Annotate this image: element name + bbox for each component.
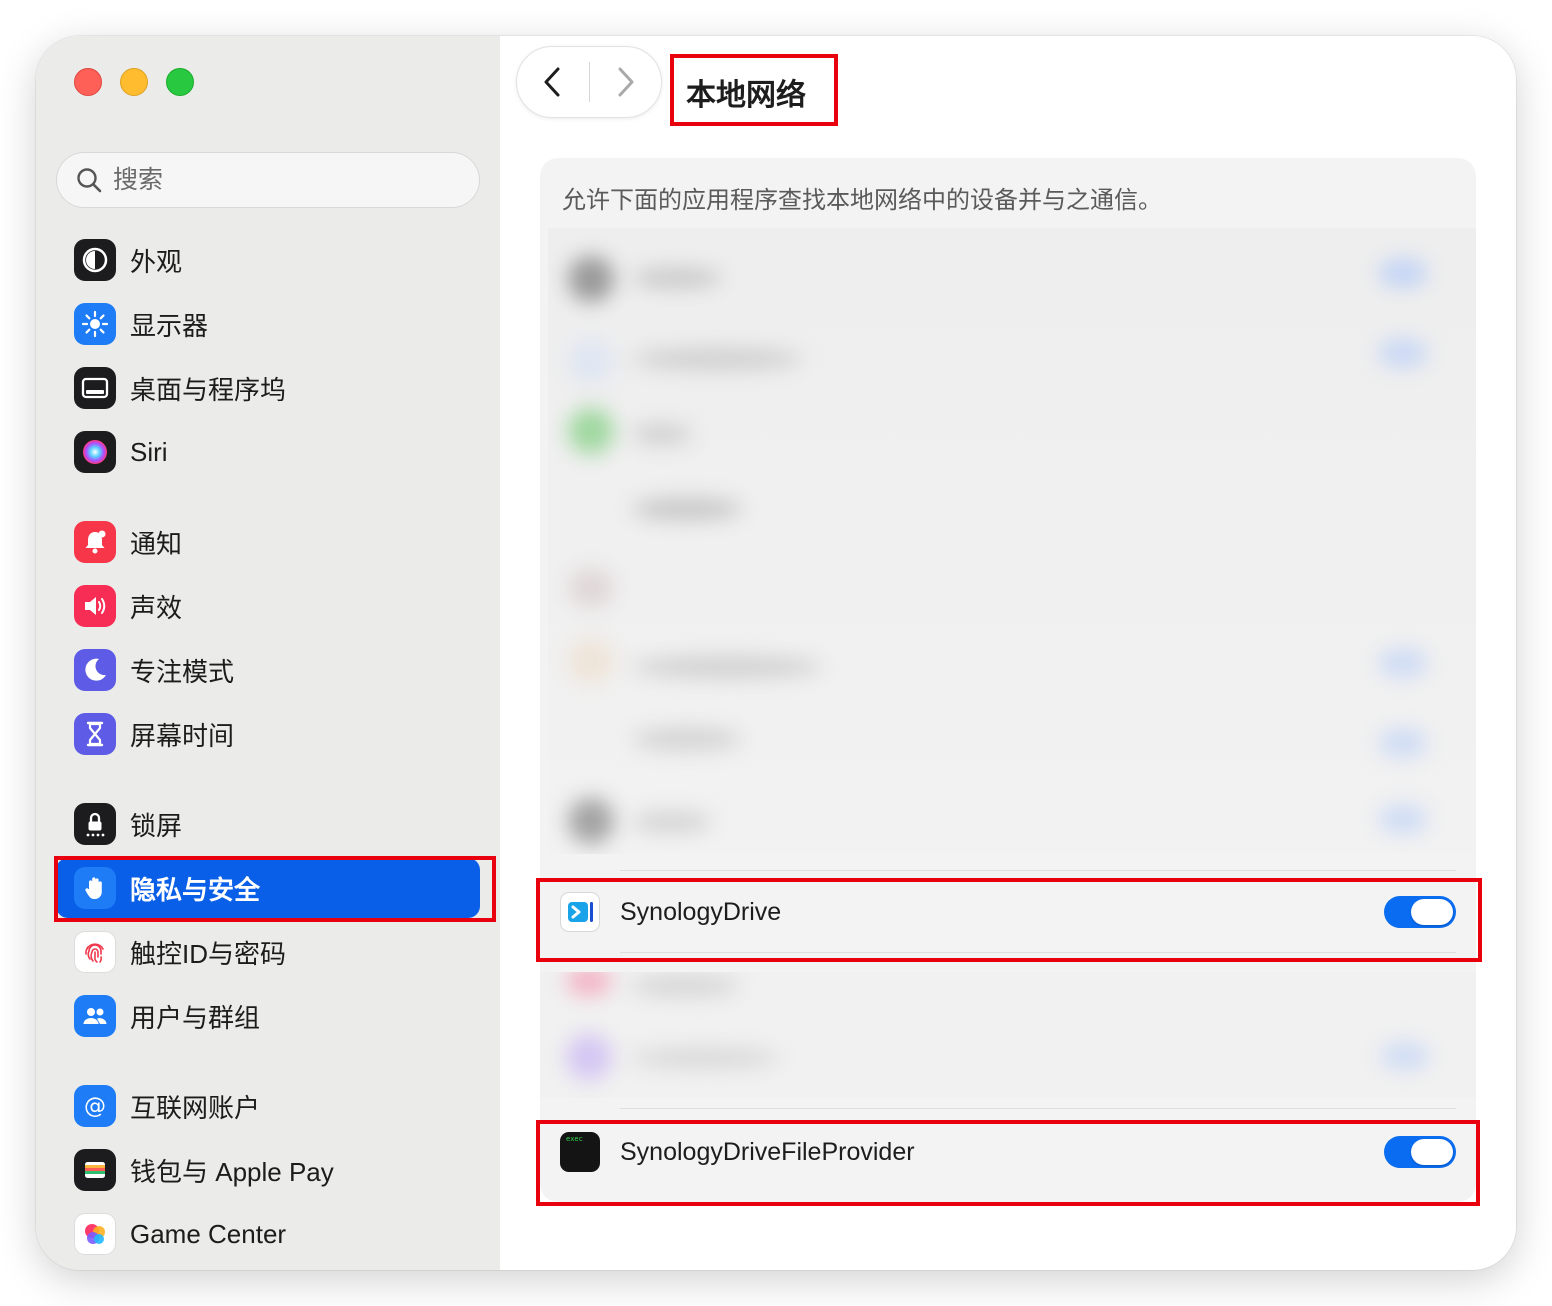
app-row-synologydrive: SynologyDrive	[540, 872, 1476, 952]
desktop-dock-icon	[74, 367, 116, 409]
sidebar-item-lock-screen[interactable]: 锁屏	[56, 794, 480, 854]
internet-accounts-icon: @	[74, 1085, 116, 1127]
chevron-right-icon	[618, 67, 634, 97]
settings-window: 外观 显示器 桌面与程序坞 Siri 通知	[36, 36, 1516, 1270]
touch-id-icon	[74, 931, 116, 973]
back-button[interactable]	[517, 46, 589, 118]
toggle-knob	[1411, 899, 1453, 925]
sidebar-item-label: 隐私与安全	[130, 874, 261, 905]
sidebar-item-game-center[interactable]: Game Center	[56, 1204, 480, 1264]
screen-time-icon	[74, 713, 116, 755]
chevron-left-icon	[544, 67, 560, 97]
app-name: SynologyDrive	[620, 897, 782, 926]
sidebar-item-label: 钱包与 Apple Pay	[130, 1156, 334, 1187]
row-divider	[620, 870, 1456, 871]
sidebar-item-users-groups[interactable]: 用户与群组	[56, 986, 480, 1046]
exec-terminal-icon: exec	[560, 1132, 600, 1172]
privacy-hand-icon	[74, 867, 116, 909]
display-icon	[74, 303, 116, 345]
sidebar-item-screen-time[interactable]: 屏幕时间	[56, 704, 480, 764]
sidebar-item-label: 屏幕时间	[130, 720, 235, 751]
sidebar-item-label: 通知	[130, 528, 183, 559]
sidebar-item-focus[interactable]: 专注模式	[56, 640, 480, 700]
search-icon	[77, 168, 102, 193]
users-icon	[74, 995, 116, 1037]
sidebar-item-siri[interactable]: Siri	[56, 422, 480, 482]
sidebar-item-label: 显示器	[130, 310, 209, 341]
app-row-synologydrivefileprovider: exec SynologyDriveFileProvider	[540, 1112, 1476, 1192]
app-name: SynologyDriveFileProvider	[620, 1137, 915, 1166]
sidebar-item-label: Siri	[130, 436, 168, 467]
close-button[interactable]	[74, 68, 102, 96]
svg-text:@: @	[84, 1094, 106, 1119]
main-pane: 本地网络 允许下面的应用程序查找本地网络中的设备并与之通信。 SynologyD…	[500, 36, 1516, 1270]
sidebar: 外观 显示器 桌面与程序坞 Siri 通知	[36, 36, 500, 1270]
sidebar-item-label: 声效	[130, 592, 183, 623]
game-center-icon	[74, 1213, 116, 1255]
sidebar-item-notifications[interactable]: 通知	[56, 512, 480, 572]
zoom-button[interactable]	[166, 68, 194, 96]
siri-icon	[74, 431, 116, 473]
appearance-icon	[74, 239, 116, 281]
description-text: 允许下面的应用程序查找本地网络中的设备并与之通信。	[562, 187, 1162, 214]
local-network-toggle-synologydrivefileprovider[interactable]	[1384, 1136, 1456, 1168]
sidebar-item-sound[interactable]: 声效	[56, 576, 480, 636]
sidebar-item-wallet[interactable]: 钱包与 Apple Pay	[56, 1140, 480, 1200]
sidebar-item-displays[interactable]: 显示器	[56, 294, 480, 354]
minimize-button[interactable]	[120, 68, 148, 96]
sidebar-item-privacy-security[interactable]: 隐私与安全	[56, 858, 480, 918]
wallet-icon	[74, 1149, 116, 1191]
lock-screen-icon	[74, 803, 116, 845]
exec-label: exec	[566, 1135, 583, 1143]
synology-drive-icon	[560, 892, 600, 932]
sidebar-item-touch-id[interactable]: 触控ID与密码	[56, 922, 480, 982]
sidebar-item-label: 专注模式	[130, 656, 235, 687]
forward-button[interactable]	[590, 46, 662, 118]
sound-icon	[74, 585, 116, 627]
local-network-toggle-synologydrive[interactable]	[1384, 896, 1456, 928]
page-title: 本地网络	[686, 79, 806, 112]
focus-icon	[74, 649, 116, 691]
row-divider	[620, 1108, 1456, 1109]
search-input[interactable]	[113, 165, 453, 195]
navigation-buttons	[516, 46, 662, 118]
search-field[interactable]	[56, 152, 480, 208]
sidebar-item-label: 桌面与程序坞	[130, 374, 287, 405]
notification-icon	[74, 521, 116, 563]
sidebar-item-label: 用户与群组	[130, 1002, 261, 1033]
redacted-app-list-2	[540, 972, 1476, 1098]
sidebar-item-internet-accounts[interactable]: @ 互联网账户	[56, 1076, 480, 1136]
sidebar-item-appearance[interactable]: 外观	[56, 230, 480, 290]
sidebar-item-label: 外观	[130, 246, 183, 277]
sidebar-item-label: 触控ID与密码	[130, 938, 287, 969]
sidebar-item-desktop-dock[interactable]: 桌面与程序坞	[56, 358, 480, 418]
redacted-app-list	[548, 228, 1476, 854]
row-divider	[620, 952, 1456, 953]
local-network-card: 允许下面的应用程序查找本地网络中的设备并与之通信。 SynologyDrive …	[540, 158, 1476, 1202]
sidebar-item-label: Game Center	[130, 1218, 287, 1249]
sidebar-item-label: 互联网账户	[130, 1092, 261, 1123]
toggle-knob	[1411, 1139, 1453, 1165]
sidebar-item-label: 锁屏	[130, 810, 183, 841]
